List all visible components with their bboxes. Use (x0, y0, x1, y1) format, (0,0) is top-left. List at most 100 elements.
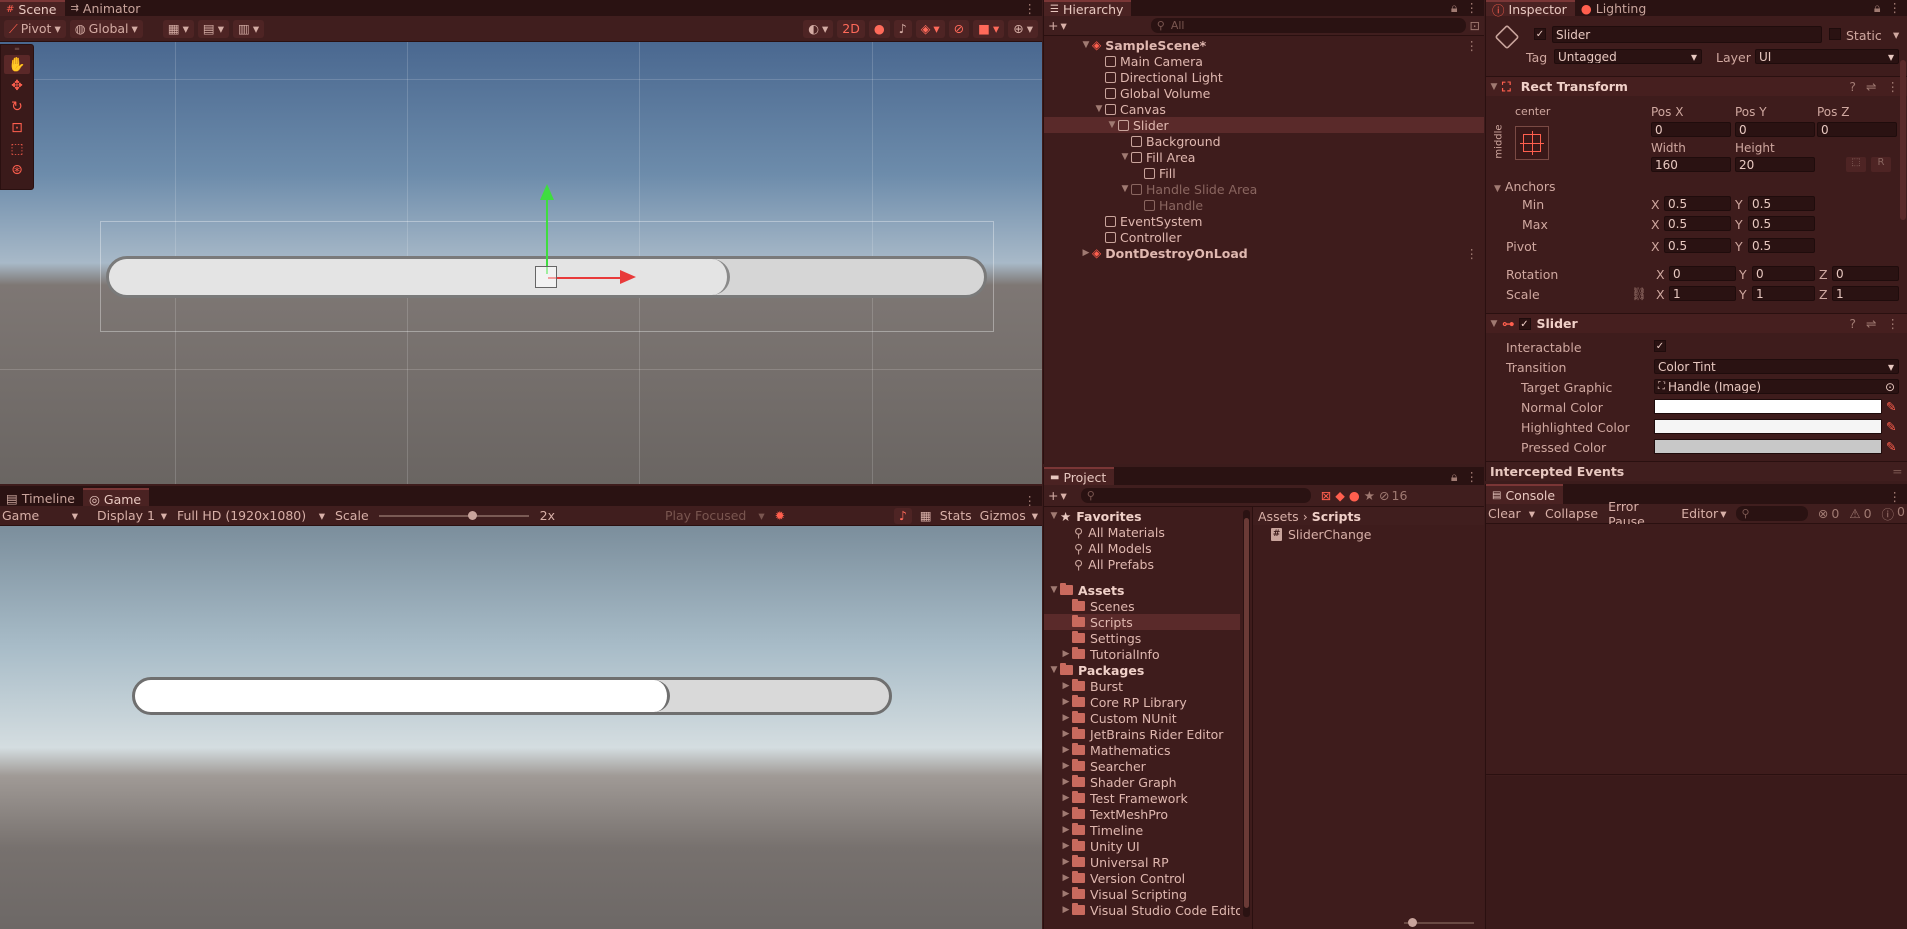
slider-enabled-checkbox[interactable]: ✓ (1518, 317, 1531, 330)
hierarchy-item[interactable]: Main Camera (1044, 53, 1484, 69)
hierarchy-item[interactable]: ▼ Canvas (1044, 101, 1484, 117)
favorite-item[interactable]: ⚲ All Materials (1044, 524, 1240, 540)
asset-folder-item[interactable]: Scripts (1044, 614, 1240, 630)
audio-toggle[interactable]: ♪ (893, 19, 912, 38)
hierarchy-item[interactable]: Global Volume (1044, 85, 1484, 101)
package-folder-item[interactable]: ▶ Test Framework (1044, 790, 1240, 806)
foldout-arrow-icon[interactable]: ▶ (1060, 761, 1072, 771)
hand-tool-icon[interactable]: ✋ (4, 55, 30, 74)
package-folder-item[interactable]: ▶ Shader Graph (1044, 774, 1240, 790)
foldout-arrow-icon[interactable]: ▶ (1060, 825, 1072, 835)
scale-y-field[interactable]: 1 (1752, 286, 1815, 301)
tab-hierarchy[interactable]: ☰ Hierarchy (1044, 0, 1132, 17)
grid-snap-button[interactable]: ▦ ▾ (162, 19, 194, 38)
search-by-type-icon[interactable]: ⊠ (1321, 488, 1331, 503)
anchor-min-y-field[interactable]: 0.5 (1748, 196, 1815, 211)
help-icon[interactable]: ? (1849, 316, 1856, 331)
package-folder-item[interactable]: ▶ Searcher (1044, 758, 1240, 774)
align-button[interactable]: ▥ ▾ (233, 19, 265, 38)
transition-dropdown[interactable]: Color Tint ▾ (1654, 359, 1899, 374)
foldout-arrow-icon[interactable]: ▶ (1060, 905, 1072, 915)
package-folder-item[interactable]: ▶ Universal RP (1044, 854, 1240, 870)
log-count-toggle[interactable]: ⓘ 0 (1882, 504, 1905, 523)
pivot-x-field[interactable]: 0.5 (1664, 238, 1731, 253)
active-checkbox[interactable]: ✓ (1534, 28, 1546, 40)
scale-slider-thumb[interactable] (467, 510, 477, 520)
intercepted-events-bar[interactable]: Intercepted Events ═ (1486, 461, 1907, 481)
error-count-toggle[interactable]: ⊗ 0 (1818, 506, 1839, 521)
file-item[interactable]: # SliderChange (1253, 525, 1484, 543)
pos-x-field[interactable]: 0 (1651, 122, 1731, 137)
more-menu-icon[interactable]: ⋮ (1466, 0, 1479, 16)
scale-z-field[interactable]: 1 (1832, 286, 1899, 301)
package-folder-item[interactable]: ▶ Version Control (1044, 870, 1240, 886)
asset-folder-item[interactable]: ▶ TutorialInfo (1044, 646, 1240, 662)
foldout-arrow-icon[interactable]: ▶ (1080, 248, 1092, 258)
hierarchy-item[interactable]: ▼ Slider (1044, 117, 1484, 133)
camera-dropdown[interactable]: ■ ▾ (973, 19, 1005, 38)
width-field[interactable]: 160 (1651, 157, 1731, 172)
transform-tool-icon[interactable]: ⊛ (4, 160, 30, 179)
draw-mode-dropdown[interactable]: ◐ ▾ (803, 19, 834, 38)
scale-x-field[interactable]: 1 (1669, 286, 1736, 301)
bug-icon[interactable]: ✹ (775, 508, 785, 523)
tab-project[interactable]: ▬ Project (1044, 467, 1115, 485)
hierarchy-item[interactable]: Directional Light (1044, 69, 1484, 85)
more-menu-icon[interactable]: ⋮ (1889, 0, 1902, 16)
foldout-arrow-icon[interactable]: ▶ (1060, 681, 1072, 691)
blueprint-mode-button[interactable]: ⬚ (1846, 157, 1866, 172)
search-by-label-icon[interactable]: ◆ (1335, 488, 1345, 503)
create-asset-button[interactable]: + ▾ (1048, 488, 1067, 503)
effects-dropdown[interactable]: ◈ ▾ (915, 19, 945, 38)
preset-icon[interactable]: ⇌ (1866, 316, 1876, 331)
move-gizmo-y-arrow-icon[interactable] (540, 184, 554, 200)
editor-dropdown[interactable]: Editor ▾ (1681, 506, 1726, 521)
foldout-arrow-icon[interactable]: ▶ (1060, 889, 1072, 899)
anchors-foldout[interactable]: ▼ Anchors (1494, 179, 1555, 194)
rect-tool-icon[interactable]: ⬚ (4, 139, 30, 158)
hidden-packages-toggle[interactable]: ⊘ 16 (1379, 488, 1407, 503)
foldout-arrow-icon[interactable]: ▶ (1060, 697, 1072, 707)
more-menu-icon[interactable]: ⋮ (1466, 246, 1479, 261)
foldout-arrow-icon[interactable]: ▶ (1060, 713, 1072, 723)
scene-visibility-icon[interactable]: ⊡ (1470, 18, 1480, 33)
hierarchy-item[interactable]: Controller (1044, 229, 1484, 245)
hierarchy-item[interactable]: Handle (1044, 197, 1484, 213)
preset-icon[interactable]: ⇌ (1866, 79, 1876, 94)
rotation-y-field[interactable]: 0 (1752, 266, 1815, 281)
foldout-arrow-icon[interactable]: ▼ (1048, 585, 1060, 595)
eyedropper-icon[interactable]: ✎ (1886, 439, 1896, 454)
hierarchy-search-input[interactable]: ⚲ All (1150, 18, 1466, 33)
favorite-item[interactable]: ⚲ All Models (1044, 540, 1240, 556)
more-menu-icon[interactable]: ⋮ (1024, 1, 1037, 16)
foldout-arrow-icon[interactable]: ▶ (1060, 809, 1072, 819)
error-filter-icon[interactable]: ● (1349, 488, 1360, 503)
tab-timeline[interactable]: ▤ Timeline (0, 488, 83, 508)
foldout-arrow-icon[interactable]: ▼ (1119, 184, 1131, 194)
favorite-item[interactable]: ⚲ All Prefabs (1044, 556, 1240, 572)
package-folder-item[interactable]: ▶ Visual Scripting (1044, 886, 1240, 902)
foldout-arrow-icon[interactable]: ▼ (1093, 104, 1105, 114)
console-log-area[interactable] (1486, 524, 1907, 775)
move-tool-icon[interactable]: ✥ (4, 76, 30, 95)
eyedropper-icon[interactable]: ✎ (1886, 399, 1896, 414)
more-menu-icon[interactable]: ⋮ (1466, 469, 1479, 485)
scale-slider[interactable] (378, 510, 529, 520)
foldout-arrow-icon[interactable]: ▼ (1119, 152, 1131, 162)
lock-icon[interactable]: 🔒︎ (1451, 469, 1458, 485)
warning-count-toggle[interactable]: ⚠ 0 (1849, 506, 1871, 521)
lock-icon[interactable]: 🔒︎ (1874, 0, 1881, 16)
rect-transform-header[interactable]: ▼ ⛶ Rect Transform ? ⇌ ⋮ (1486, 76, 1907, 96)
anchor-preset-button[interactable] (1515, 126, 1549, 160)
scene-viewport[interactable] (0, 42, 1042, 484)
mode-2d-toggle[interactable]: 2D (837, 19, 865, 38)
normal-color-swatch[interactable] (1654, 399, 1882, 414)
pressed-color-swatch[interactable] (1654, 439, 1882, 454)
packages-folder[interactable]: ▼ Packages (1044, 662, 1240, 678)
stats-toggle[interactable]: Stats (940, 508, 972, 523)
anchor-min-x-field[interactable]: 0.5 (1664, 196, 1731, 211)
package-folder-item[interactable]: ▶ Core RP Library (1044, 694, 1240, 710)
hierarchy-item[interactable]: Background (1044, 133, 1484, 149)
object-picker-icon[interactable]: ⊙ (1885, 380, 1895, 393)
foldout-arrow-icon[interactable]: ▶ (1060, 873, 1072, 883)
